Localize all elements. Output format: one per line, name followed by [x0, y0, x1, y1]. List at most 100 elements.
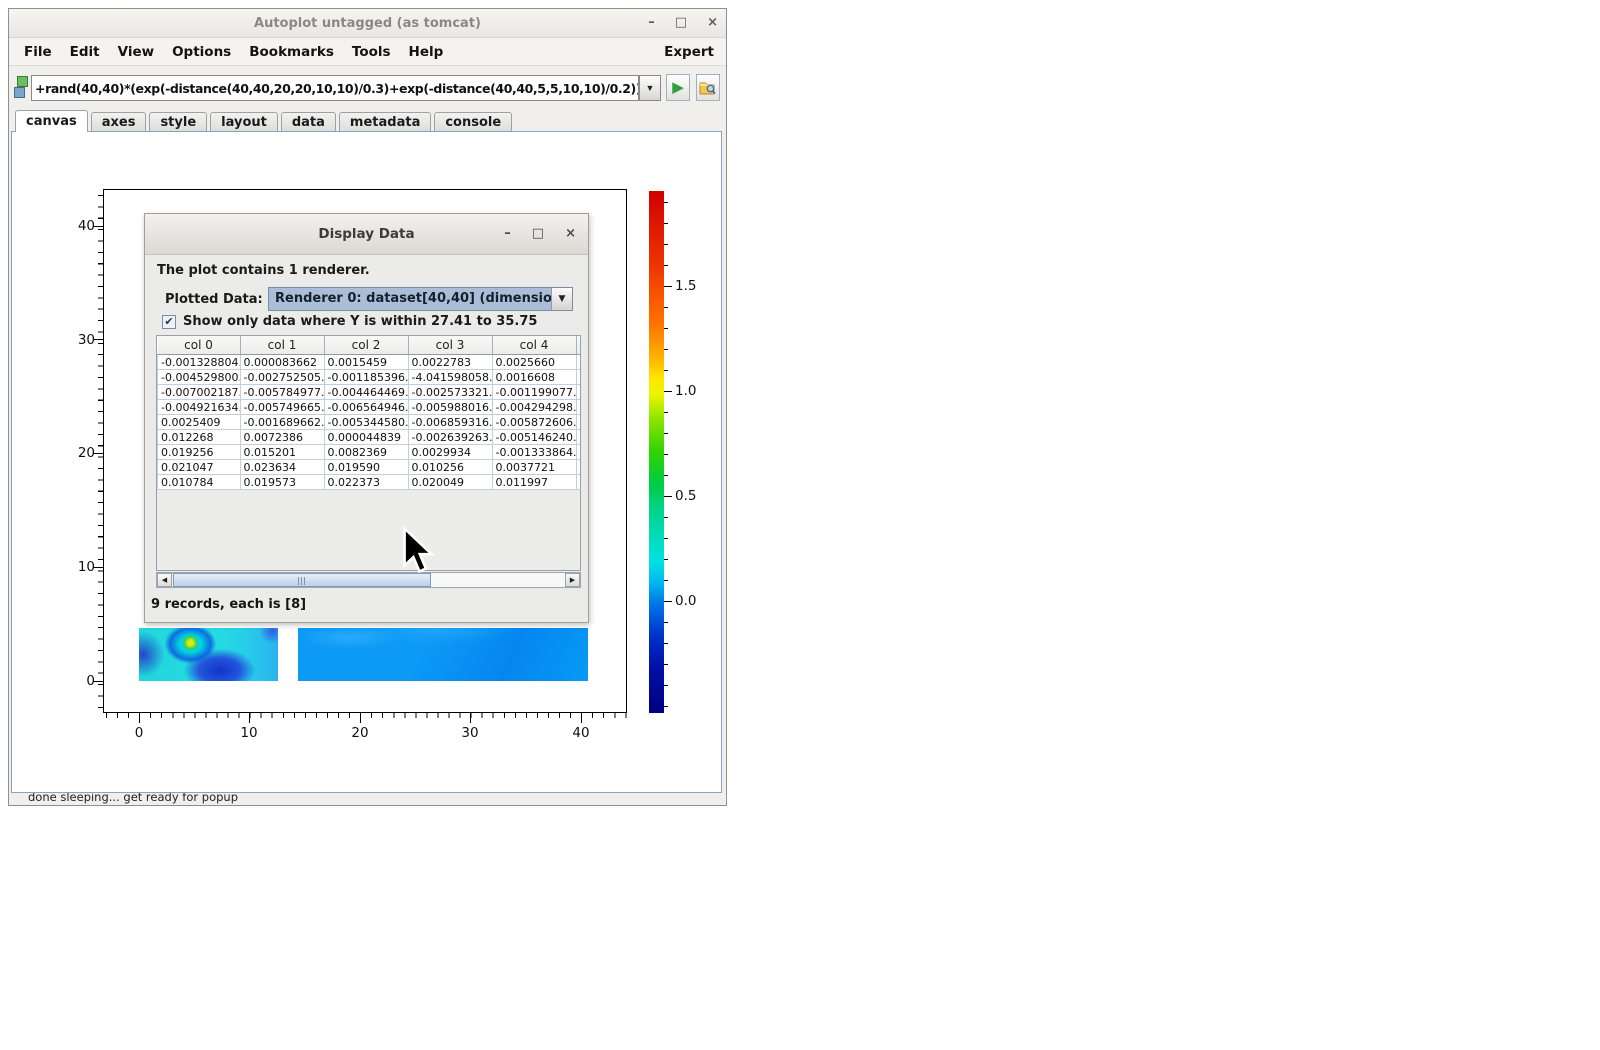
table-cell[interactable]: -0.001689662...: [240, 415, 324, 430]
table-cell[interactable]: 0.0015459: [324, 355, 408, 370]
table-cell[interactable]: -0.002752505...: [240, 370, 324, 385]
tab[interactable]: data: [281, 112, 336, 132]
menu-item[interactable]: View: [109, 44, 163, 60]
table-cell[interactable]: 0.019590: [324, 460, 408, 475]
menu-item[interactable]: File: [15, 44, 61, 60]
table-cell[interactable]: 0.012268: [158, 430, 241, 445]
table-cell[interactable]: -0.005749665...: [240, 400, 324, 415]
tab[interactable]: axes: [91, 112, 147, 132]
table-cell[interactable]: -0.005344580...: [324, 415, 408, 430]
table-cell[interactable]: 0.010256: [408, 460, 492, 475]
column-header[interactable]: [576, 336, 581, 355]
scroll-right-icon[interactable]: ▶: [565, 573, 580, 587]
title-bar[interactable]: Autoplot untagged (as tomcat) – □ ×: [9, 9, 726, 38]
close-icon[interactable]: ×: [707, 9, 718, 37]
table-cell[interactable]: 0.00: [576, 475, 581, 490]
table-cell[interactable]: -0.0: [576, 430, 581, 445]
table-cell[interactable]: 0.019256: [158, 445, 241, 460]
table-cell[interactable]: 0.0072386: [240, 430, 324, 445]
data-table-viewport[interactable]: col 0col 1col 2col 3col 4 -0.001328804..…: [156, 335, 581, 571]
table-cell[interactable]: -0.004294298...: [492, 400, 576, 415]
table-cell[interactable]: -0.001185396...: [324, 370, 408, 385]
table-cell[interactable]: -4.041598058...: [408, 370, 492, 385]
menu-item[interactable]: Edit: [61, 44, 109, 60]
table-cell[interactable]: -0.005872606...: [492, 415, 576, 430]
table-cell[interactable]: 0.023634: [240, 460, 324, 475]
colorbar[interactable]: [649, 191, 664, 713]
table-cell[interactable]: -0.005146240...: [492, 430, 576, 445]
table-cell[interactable]: -0.004529800...: [158, 370, 241, 385]
maximize-icon[interactable]: □: [675, 9, 687, 37]
tab[interactable]: style: [149, 112, 207, 132]
dialog-maximize-icon[interactable]: □: [532, 214, 544, 254]
column-header[interactable]: col 1: [240, 336, 324, 355]
table-cell[interactable]: -0.006564946...: [324, 400, 408, 415]
table-cell[interactable]: 0.00: [576, 370, 581, 385]
menu-item[interactable]: Help: [400, 44, 453, 60]
table-cell[interactable]: 0.020049: [408, 475, 492, 490]
table-cell[interactable]: 0.011997: [492, 475, 576, 490]
plotted-data-combobox[interactable]: Renderer 0: dataset[40,40] (dimension...…: [268, 287, 573, 311]
table-cell[interactable]: -0.007002187...: [158, 385, 241, 400]
menu-item[interactable]: Bookmarks: [240, 44, 343, 60]
horizontal-scrollbar[interactable]: ◀ ▶: [156, 572, 581, 588]
table-cell[interactable]: 0.022373: [324, 475, 408, 490]
dialog-close-icon[interactable]: ×: [565, 214, 576, 254]
table-cell[interactable]: 0.0029934: [408, 445, 492, 460]
column-header[interactable]: col 2: [324, 336, 408, 355]
scrollbar-track[interactable]: [431, 573, 566, 587]
filter-checkbox[interactable]: ✔: [162, 315, 176, 329]
uri-dropdown-button[interactable]: ▼: [639, 75, 661, 101]
heatmap-strip-right[interactable]: [298, 628, 588, 681]
table-cell[interactable]: -0.0: [576, 445, 581, 460]
column-header[interactable]: col 3: [408, 336, 492, 355]
table-cell[interactable]: -0.004921634...: [158, 400, 241, 415]
table-cell[interactable]: -0.001199077...: [492, 385, 576, 400]
table-cell[interactable]: -0.002573321...: [408, 385, 492, 400]
table-cell[interactable]: 0.021047: [158, 460, 241, 475]
table-cell[interactable]: 0.000044839: [324, 430, 408, 445]
table-cell[interactable]: -0.005784977...: [240, 385, 324, 400]
column-header[interactable]: col 4: [492, 336, 576, 355]
table-cell[interactable]: 0.0025409: [158, 415, 241, 430]
column-header[interactable]: col 0: [158, 336, 241, 355]
table-cell[interactable]: 0.00: [576, 355, 581, 370]
table-cell[interactable]: 0.015201: [240, 445, 324, 460]
table-cell[interactable]: 0.0025660: [492, 355, 576, 370]
minimize-icon[interactable]: –: [648, 9, 655, 37]
menu-item[interactable]: Options: [163, 44, 240, 60]
go-button[interactable]: ▶: [666, 74, 690, 101]
table-cell[interactable]: 0.0016608: [492, 370, 576, 385]
scroll-left-icon[interactable]: ◀: [157, 573, 172, 587]
dialog-title-bar[interactable]: Display Data – □ ×: [145, 214, 588, 255]
table-cell[interactable]: -0.005988016...: [408, 400, 492, 415]
table-cell[interactable]: -0.0: [576, 460, 581, 475]
inspect-uri-button[interactable]: [696, 74, 720, 101]
tab[interactable]: canvas: [15, 110, 88, 132]
table-cell[interactable]: 0.019573: [240, 475, 324, 490]
tab[interactable]: console: [434, 112, 512, 132]
table-cell[interactable]: -0.002639263...: [408, 430, 492, 445]
dialog-minimize-icon[interactable]: –: [504, 214, 511, 254]
expert-menu[interactable]: Expert: [664, 44, 714, 60]
heatmap-strip-left[interactable]: [139, 628, 278, 681]
chevron-down-icon[interactable]: ▼: [551, 288, 572, 310]
menu-item[interactable]: Tools: [343, 44, 400, 60]
tab[interactable]: metadata: [339, 112, 431, 132]
table-cell[interactable]: -0.0: [576, 415, 581, 430]
table-cell[interactable]: 0.0037721: [492, 460, 576, 475]
table-cell[interactable]: 0.000083662: [240, 355, 324, 370]
table-cell[interactable]: -0.004464469...: [324, 385, 408, 400]
table-cell[interactable]: -0.001328804...: [158, 355, 241, 370]
table-cell[interactable]: 0.00: [576, 385, 581, 400]
filter-checkbox-label[interactable]: Show only data where Y is within 27.41 t…: [183, 314, 537, 329]
uri-input[interactable]: +rand(40,40)*(exp(-distance(40,40,20,20,…: [31, 75, 639, 101]
table-cell[interactable]: 0.010784: [158, 475, 241, 490]
table-cell[interactable]: 0.0022783: [408, 355, 492, 370]
tab[interactable]: layout: [210, 112, 278, 132]
table-cell[interactable]: -0.0: [576, 400, 581, 415]
table-cell[interactable]: 0.0082369: [324, 445, 408, 460]
table-cell[interactable]: -0.006859316...: [408, 415, 492, 430]
table-cell[interactable]: -0.001333864...: [492, 445, 576, 460]
scrollbar-thumb[interactable]: [173, 573, 431, 587]
